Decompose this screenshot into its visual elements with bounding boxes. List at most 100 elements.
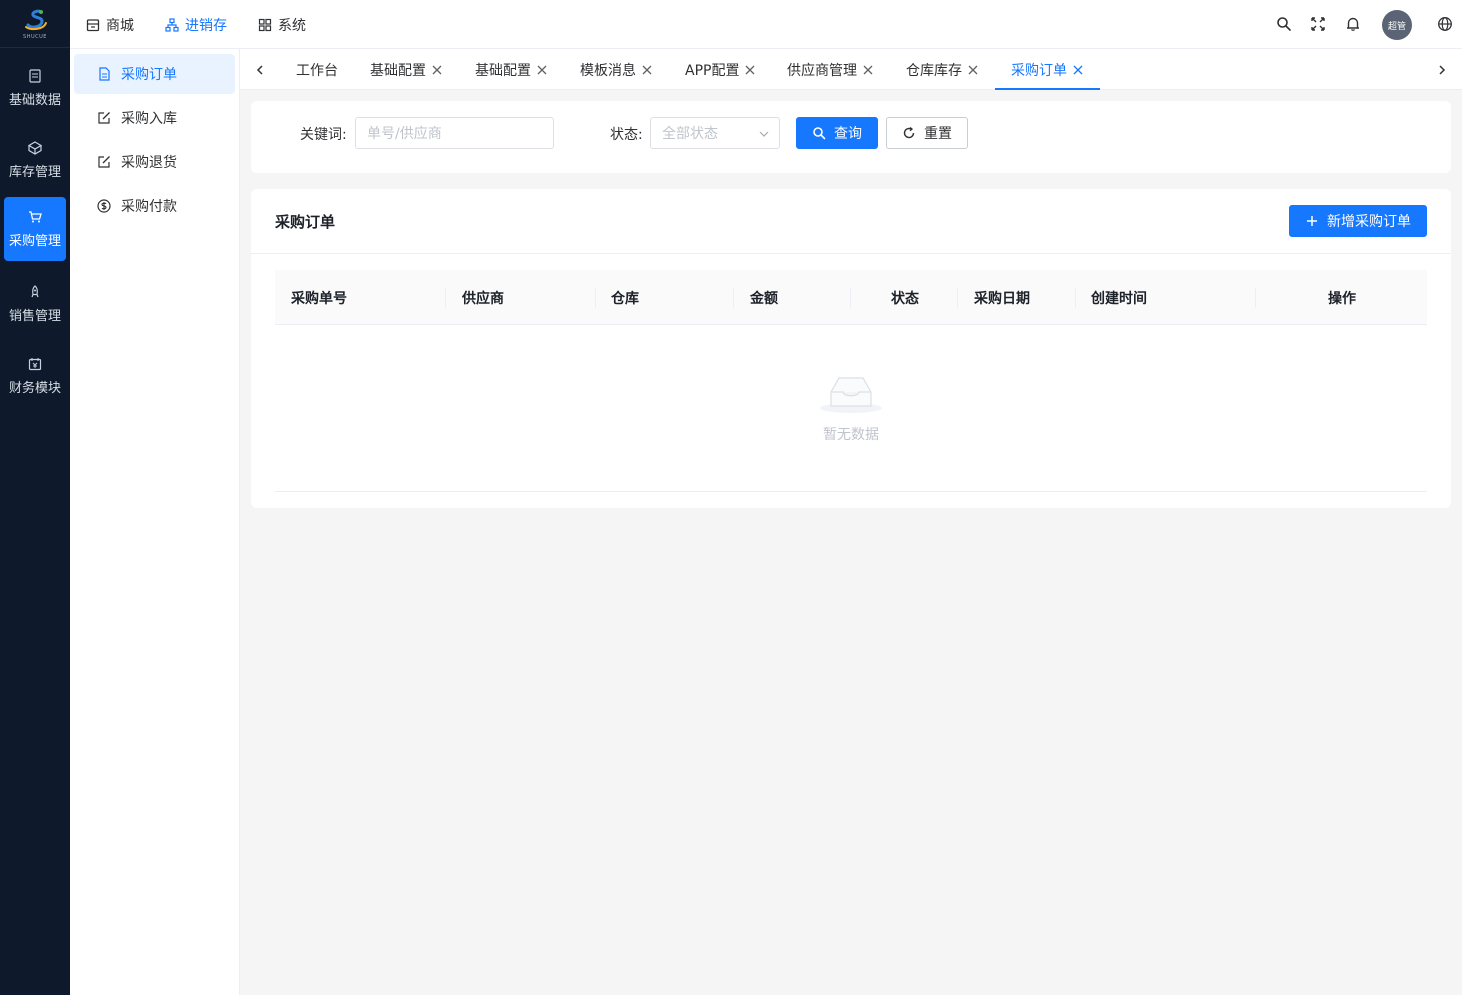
tab-purchase-order[interactable]: 采购订单 [1011,49,1084,90]
plus-icon [1307,216,1317,226]
chevron-down-icon [759,131,769,137]
rail-item-finance[interactable]: 财务模块 [4,344,66,408]
status-select[interactable]: 全部状态 [650,117,780,149]
column-separator [1075,288,1076,308]
logo[interactable]: SHUCUE [0,0,70,48]
reset-button[interactable]: 重置 [886,117,968,149]
tab-basic-config-2[interactable]: 基础配置 [475,49,548,90]
rail-item-label: 库存管理 [8,164,61,180]
column-header: 采购单号 [291,290,347,307]
tab-supplier-management[interactable]: 供应商管理 [787,49,874,90]
logo-text: SHUCUE [23,34,47,40]
sidebar-item-purchase-inbound[interactable]: 采购入库 [74,98,235,138]
tab-label: 采购订单 [1011,62,1067,79]
avatar[interactable]: 超管 [1382,10,1412,40]
globe-icon[interactable] [1437,16,1453,32]
column-header: 采购日期 [974,290,1030,307]
status-placeholder: 全部状态 [662,126,718,142]
column-header: 创建时间 [1091,290,1147,307]
tab-template-message[interactable]: 模板消息 [580,49,653,90]
column-header: 供应商 [462,290,504,307]
sidebar-item-label: 采购入库 [121,111,177,127]
close-icon[interactable] [862,64,874,76]
rail-item-label: 销售管理 [8,308,61,324]
topnav-label: 系统 [278,17,306,34]
column-separator [850,288,851,308]
finance-icon [28,357,42,370]
main-rail: SHUCUE 基础数据 库存管理 采购管理 销售管理 财务模块 [0,0,70,995]
tab-warehouse-stock[interactable]: 仓库库存 [906,49,979,90]
topnav-label: 进销存 [185,17,227,34]
empty-inbox-icon [820,377,882,413]
active-tab-indicator [995,88,1100,90]
tab-label: 供应商管理 [787,62,857,79]
sidebar-item-label: 采购付款 [121,199,177,215]
list-title: 采购订单 [275,213,336,231]
tab-basic-config-1[interactable]: 基础配置 [370,49,443,90]
card-divider [251,253,1451,254]
tabs-scroll-left[interactable] [241,49,279,90]
tabs-bar: 工作台 基础配置 基础配置 模板消息 APP配置 供应商管理 仓库库存 采购订单 [240,49,1462,90]
column-header: 仓库 [611,290,639,307]
refresh-icon [903,126,915,139]
tab-label: 基础配置 [475,62,531,79]
sidebar-item-purchase-payment[interactable]: 采购付款 [74,186,235,226]
tabs-scroll-right[interactable] [1423,49,1461,90]
edit-icon [98,156,110,168]
rail-item-basic-data[interactable]: 基础数据 [4,56,66,120]
close-icon[interactable] [536,64,548,76]
search-button[interactable]: 查询 [796,117,878,149]
column-separator [1255,288,1256,308]
sidebar-item-label: 采购订单 [121,67,177,83]
reset-button-label: 重置 [924,126,952,142]
search-button-label: 查询 [834,126,862,142]
list-card: 采购订单 新增采购订单 采购单号 供应商 仓库 金额 状态 采购日期 创建时间 … [251,189,1451,508]
edit-icon [98,112,110,124]
column-header: 操作 [1328,290,1356,307]
rail-item-label: 基础数据 [8,92,61,108]
column-header: 金额 [750,290,778,307]
topnav-store[interactable]: 商城 [86,0,134,49]
close-icon[interactable] [431,64,443,76]
grid-icon [258,18,272,31]
close-icon[interactable] [641,64,653,76]
topnav-system[interactable]: 系统 [258,0,306,49]
close-icon[interactable] [1072,64,1084,76]
fullscreen-icon[interactable] [1310,16,1326,32]
search-icon[interactable] [1276,16,1292,32]
sidebar-item-label: 采购退货 [121,155,177,171]
close-icon[interactable] [744,64,756,76]
rail-item-purchase[interactable]: 采购管理 [4,197,66,261]
table-bottom-border [275,491,1427,492]
tab-app-config[interactable]: APP配置 [685,49,756,90]
cart-icon [29,210,42,222]
bell-icon[interactable] [1345,16,1361,32]
keyword-placeholder: 单号/供应商 [367,126,442,142]
topnav-inventory[interactable]: 进销存 [165,0,227,49]
logo-icon [25,9,47,31]
chevron-right-icon [1439,64,1446,75]
chevron-left-icon [256,64,263,75]
sidebar-item-purchase-return[interactable]: 采购退货 [74,142,235,182]
store-icon [86,18,100,31]
add-purchase-order-button[interactable]: 新增采购订单 [1289,205,1427,237]
search-icon [813,127,826,140]
keyword-input[interactable]: 单号/供应商 [355,117,554,149]
tab-label: APP配置 [685,62,740,79]
rail-item-label: 采购管理 [8,233,61,249]
tab-label: 基础配置 [370,62,426,79]
column-separator [733,288,734,308]
empty-text: 暂无数据 [823,427,879,443]
tab-workbench[interactable]: 工作台 [296,49,338,90]
close-icon[interactable] [967,64,979,76]
rail-item-inventory[interactable]: 库存管理 [4,128,66,192]
keyword-label: 关键词: [300,127,347,143]
document-icon [99,67,110,81]
rocket-icon [31,284,39,297]
sidebar-item-purchase-order[interactable]: 采购订单 [74,54,235,94]
box-icon [28,140,42,155]
column-separator [445,288,446,308]
rail-item-sales[interactable]: 销售管理 [4,272,66,336]
table-header: 采购单号 供应商 仓库 金额 状态 采购日期 创建时间 操作 [275,270,1427,325]
tab-label: 模板消息 [580,62,636,79]
